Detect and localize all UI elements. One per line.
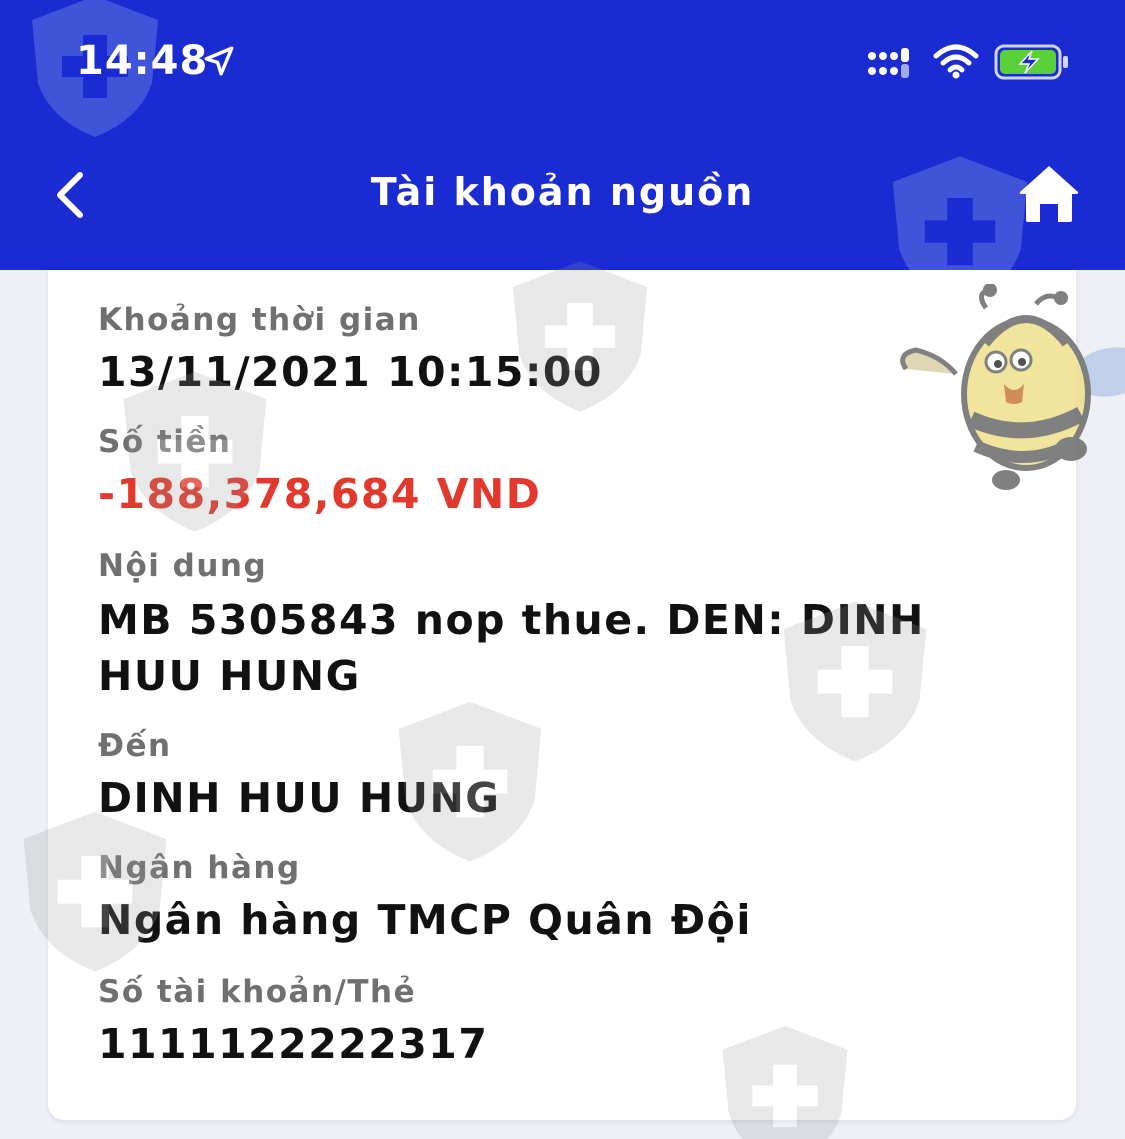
battery-charging-icon (994, 44, 1068, 80)
content-field: Nội dung MB 5305843 nop thue. DEN: DINH … (98, 546, 1036, 704)
time-value: 13/11/2021 10:15:00 (98, 348, 603, 396)
amount-field: Số tiền -188,378,684 VND (98, 422, 1036, 522)
bank-value: Ngân hàng TMCP Quân Đội (98, 896, 752, 944)
home-icon (1019, 166, 1079, 222)
app-header: 14:48 Tài khoản nguồn (0, 0, 1125, 270)
navigation-bar: Tài khoản nguồn (0, 140, 1125, 250)
status-time: 14:48 (76, 38, 209, 84)
account-label: Số tài khoản/Thẻ (98, 974, 417, 1010)
time-field: Khoảng thời gian 13/11/2021 10:15:00 (98, 300, 1036, 400)
location-arrow-icon (204, 46, 234, 76)
bank-field: Ngân hàng Ngân hàng TMCP Quân Đội (98, 848, 1036, 948)
amount-value: -188,378,684 VND (98, 470, 542, 518)
cellular-signal-icon (868, 48, 909, 78)
content-label: Nội dung (98, 548, 268, 584)
content-value: MB 5305843 nop thue. DEN: DINH HUU HUNG (98, 596, 925, 700)
recipient-value: DINH HUU HUNG (98, 774, 501, 822)
recipient-label: Đến (98, 728, 172, 764)
recipient-field: Đến DINH HUU HUNG (98, 726, 1036, 826)
bank-label: Ngân hàng (98, 850, 301, 886)
page-title: Tài khoản nguồn (370, 170, 755, 214)
home-button[interactable] (1016, 160, 1088, 232)
status-bar: 14:48 (0, 0, 1125, 120)
time-label: Khoảng thời gian (98, 302, 421, 338)
account-value: 1111122222317 (98, 1020, 489, 1068)
account-field: Số tài khoản/Thẻ 1111122222317 (98, 972, 1036, 1072)
amount-label: Số tiền (98, 424, 232, 460)
transaction-detail-card: Khoảng thời gian 13/11/2021 10:15:00 Số … (48, 270, 1125, 1120)
wifi-icon (933, 44, 979, 79)
